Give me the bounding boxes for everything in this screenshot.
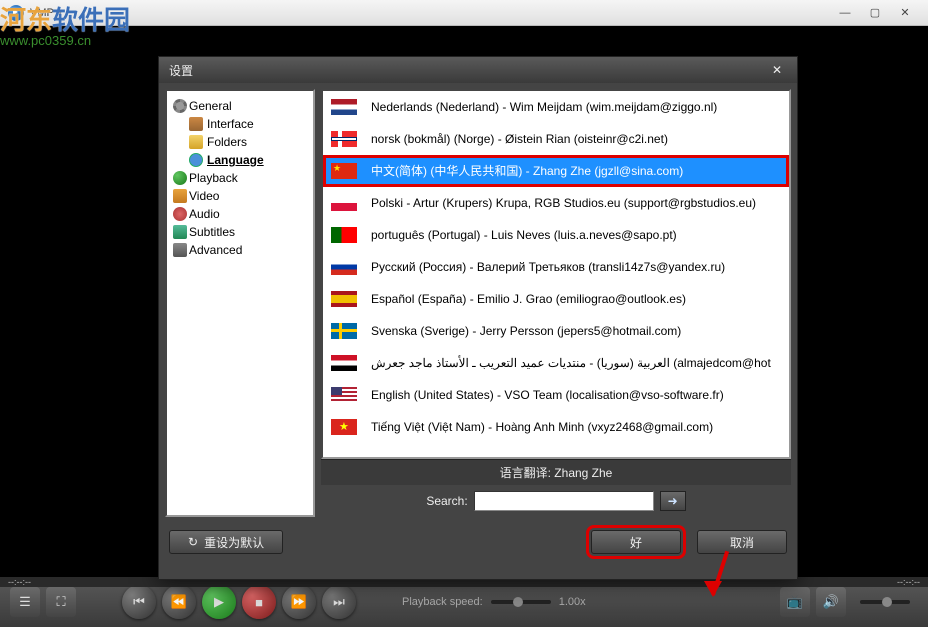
- language-label: Español (España) - Emilio J. Grao (emili…: [371, 292, 686, 306]
- language-label: Svenska (Sverige) - Jerry Persson (jeper…: [371, 324, 681, 338]
- translator-label: 语言翻译: Zhang Zhe: [321, 459, 791, 485]
- playback-speed: Playback speed: 1.00x: [402, 596, 586, 608]
- search-label: Search:: [426, 494, 467, 508]
- play-button[interactable]: ▶: [202, 585, 236, 619]
- language-label: Polski - Artur (Krupers) Krupa, RGB Stud…: [371, 196, 756, 210]
- cancel-button[interactable]: 取消: [697, 530, 787, 554]
- language-row[interactable]: português (Portugal) - Luis Neves (luis.…: [323, 219, 789, 251]
- language-row[interactable]: العربية (سوريا) - منتديات عميد التعريب ـ…: [323, 347, 789, 379]
- sidebar-item-interface[interactable]: Interface: [171, 115, 309, 133]
- window-titlebar: VMP ▾ — ▢ ✕: [0, 0, 928, 26]
- sidebar-item-label: Playback: [189, 171, 238, 185]
- prev-button[interactable]: ⏮: [122, 585, 156, 619]
- language-label: Tiếng Việt (Việt Nam) - Hoàng Anh Minh (…: [371, 420, 713, 434]
- sidebar-item-video[interactable]: Video: [171, 187, 309, 205]
- fullscreen-button[interactable]: ⛶: [46, 587, 76, 617]
- sidebar-item-label: Language: [207, 153, 264, 167]
- language-label: English (United States) - VSO Team (loca…: [371, 388, 724, 402]
- volume-slider[interactable]: [860, 600, 910, 604]
- flag-icon: [331, 323, 357, 339]
- sidebar-item-general[interactable]: General: [171, 97, 309, 115]
- sidebar-item-language[interactable]: Language: [171, 151, 309, 169]
- rewind-button[interactable]: ⏪: [162, 585, 196, 619]
- search-go-button[interactable]: ➜: [660, 491, 686, 511]
- dialog-title: 设置: [169, 62, 193, 79]
- language-label: العربية (سوريا) - منتديات عميد التعريب ـ…: [371, 356, 771, 370]
- volume-button[interactable]: 🔊: [816, 587, 846, 617]
- sidebar-item-label: Folders: [207, 135, 247, 149]
- forward-button[interactable]: ⏩: [282, 585, 316, 619]
- flag-icon: [331, 419, 357, 435]
- language-row[interactable]: Svenska (Sverige) - Jerry Persson (jeper…: [323, 315, 789, 347]
- language-row[interactable]: Tiếng Việt (Việt Nam) - Hoàng Anh Minh (…: [323, 411, 789, 443]
- minimize-button[interactable]: —: [830, 4, 860, 22]
- tv-button[interactable]: 📺: [780, 587, 810, 617]
- language-row[interactable]: Polski - Artur (Krupers) Krupa, RGB Stud…: [323, 187, 789, 219]
- language-label: Nederlands (Nederland) - Wim Meijdam (wi…: [371, 100, 717, 114]
- language-label: português (Portugal) - Luis Neves (luis.…: [371, 228, 677, 242]
- next-button[interactable]: ⏭: [322, 585, 356, 619]
- dialog-titlebar: 设置 ✕: [159, 57, 797, 83]
- language-label: norsk (bokmål) (Norge) - Øistein Rian (o…: [371, 132, 668, 146]
- language-list[interactable]: Nederlands (Nederland) - Wim Meijdam (wi…: [321, 89, 791, 459]
- speed-slider[interactable]: [491, 600, 551, 604]
- flag-icon: [331, 163, 357, 179]
- language-label: 中文(简体) (中华人民共和国) - Zhang Zhe (jgzll@sina…: [371, 162, 683, 179]
- maximize-button[interactable]: ▢: [860, 4, 890, 22]
- sidebar-item-advanced[interactable]: Advanced: [171, 241, 309, 259]
- flag-icon: [331, 259, 357, 275]
- sidebar-item-label: Advanced: [189, 243, 242, 257]
- settings-dialog: 设置 ✕ General Interface Folders Language Play…: [158, 56, 798, 580]
- settings-sidebar: General Interface Folders Language Playback V…: [165, 89, 315, 517]
- language-icon: [189, 153, 203, 167]
- interface-icon: [189, 117, 203, 131]
- video-icon: [173, 189, 187, 203]
- dropdown-icon[interactable]: ▾: [58, 7, 63, 18]
- app-icon: [8, 5, 24, 21]
- app-title: VMP: [30, 7, 54, 19]
- sidebar-item-label: Subtitles: [189, 225, 235, 239]
- sidebar-item-playback[interactable]: Playback: [171, 169, 309, 187]
- dialog-close-icon[interactable]: ✕: [767, 63, 787, 77]
- sidebar-item-subtitles[interactable]: Subtitles: [171, 223, 309, 241]
- language-label: Русский (Россия) - Валерий Третьяков (tr…: [371, 260, 725, 274]
- time-total: --:--:--: [897, 577, 920, 587]
- advanced-icon: [173, 243, 187, 257]
- language-row[interactable]: Nederlands (Nederland) - Wim Meijdam (wi…: [323, 91, 789, 123]
- flag-icon: [331, 99, 357, 115]
- language-row[interactable]: 中文(简体) (中华人民共和国) - Zhang Zhe (jgzll@sina…: [323, 155, 789, 187]
- flag-icon: [331, 227, 357, 243]
- close-button[interactable]: ✕: [890, 4, 920, 22]
- sidebar-item-label: Audio: [189, 207, 220, 221]
- stop-button[interactable]: ■: [242, 585, 276, 619]
- bottom-toolbar: --:--:-- --:--:-- ☰ ⛶ ⏮ ⏪ ▶ ■ ⏩ ⏭ Playba…: [0, 577, 928, 627]
- time-elapsed: --:--:--: [8, 577, 31, 587]
- ok-button[interactable]: 好: [591, 530, 681, 554]
- flag-icon: [331, 131, 357, 147]
- sidebar-item-label: General: [189, 99, 232, 113]
- subtitles-icon: [173, 225, 187, 239]
- sidebar-item-folders[interactable]: Folders: [171, 133, 309, 151]
- language-row[interactable]: English (United States) - VSO Team (loca…: [323, 379, 789, 411]
- playlist-button[interactable]: ☰: [10, 587, 40, 617]
- folders-icon: [189, 135, 203, 149]
- search-input[interactable]: [474, 491, 654, 511]
- flag-icon: [331, 355, 357, 371]
- flag-icon: [331, 195, 357, 211]
- playback-icon: [173, 171, 187, 185]
- audio-icon: [173, 207, 187, 221]
- flag-icon: [331, 387, 357, 403]
- language-row[interactable]: Español (España) - Emilio J. Grao (emili…: [323, 283, 789, 315]
- sidebar-item-label: Interface: [207, 117, 254, 131]
- sidebar-item-audio[interactable]: Audio: [171, 205, 309, 223]
- language-row[interactable]: norsk (bokmål) (Norge) - Øistein Rian (o…: [323, 123, 789, 155]
- sidebar-item-label: Video: [189, 189, 219, 203]
- flag-icon: [331, 291, 357, 307]
- language-row[interactable]: Русский (Россия) - Валерий Третьяков (tr…: [323, 251, 789, 283]
- reset-defaults-button[interactable]: ↻ 重设为默认: [169, 530, 283, 554]
- general-icon: [173, 99, 187, 113]
